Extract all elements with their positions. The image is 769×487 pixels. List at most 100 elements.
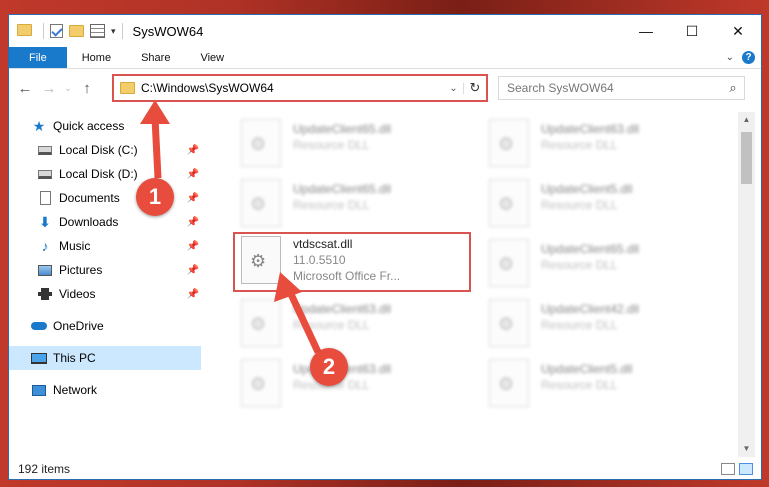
file-version: 11.0.5510 [293, 253, 346, 267]
file-description: Resource DLL [293, 138, 370, 152]
sidebar-item-quick-access[interactable]: ★ Quick access [9, 114, 201, 138]
sidebar-item-label: OneDrive [53, 319, 104, 333]
scroll-up-icon[interactable]: ▲ [738, 112, 755, 128]
download-icon: ⬇ [39, 213, 51, 230]
file-description: Resource DLL [293, 318, 370, 332]
sidebar-item-label: Network [53, 383, 98, 397]
file-name: UpdateClient5.dll [541, 182, 633, 196]
pictures-icon [37, 262, 53, 278]
expand-ribbon-icon[interactable]: ⌄ [726, 52, 734, 63]
sidebar-item-label: Local Disk (D:) [59, 167, 138, 181]
folder-icon [17, 24, 33, 38]
scroll-thumb[interactable] [741, 132, 752, 184]
file-item[interactable]: UpdateClient63.dll Resource DLL [221, 297, 457, 355]
network-icon [31, 382, 47, 398]
file-description: Resource DLL [541, 138, 618, 152]
details-view-icon[interactable] [721, 463, 735, 475]
file-item[interactable]: UpdateClient65.dll Resource DLL [469, 237, 705, 295]
file-description: Resource DLL [541, 198, 618, 212]
tab-home[interactable]: Home [67, 47, 126, 68]
refresh-button[interactable]: ↻ [464, 80, 486, 96]
file-description: Microsoft Office Fr... [293, 269, 401, 283]
up-button[interactable]: ↑ [75, 80, 99, 97]
file-item[interactable]: UpdateClient5.dll Resource DLL [469, 357, 705, 415]
callout-badge-1: 1 [136, 178, 174, 216]
sidebar-item-network[interactable]: Network [9, 378, 201, 402]
item-count: 192 items [18, 462, 71, 476]
star-icon: ★ [32, 117, 46, 134]
dll-file-icon [241, 359, 281, 407]
forward-button[interactable]: → [37, 80, 61, 97]
dll-file-icon [241, 299, 281, 347]
file-description: Resource DLL [541, 258, 618, 272]
search-input[interactable]: Search SysWOW64 [507, 81, 722, 95]
dll-file-icon [241, 119, 281, 167]
file-description: Resource DLL [541, 378, 618, 392]
sidebar-item-label: Pictures [59, 263, 103, 277]
disk-icon [37, 166, 53, 182]
sidebar-item-label: Quick access [53, 119, 125, 133]
pin-icon[interactable]: 📌 [187, 265, 199, 276]
sidebar-item-label: Local Disk (C:) [59, 143, 138, 157]
address-dropdown-button[interactable]: ⌄ [444, 82, 464, 94]
pin-icon[interactable]: 📌 [187, 217, 199, 228]
scroll-down-icon[interactable]: ▼ [738, 441, 755, 457]
file-description: Resource DLL [293, 198, 370, 212]
pin-icon[interactable]: 📌 [187, 169, 199, 180]
navigation-bar: ← → ⌄ ↑ C:\Windows\SysWOW64 ⌄ ↻ Search S… [9, 69, 761, 107]
pin-icon[interactable]: 📌 [187, 241, 199, 252]
large-icons-view-icon[interactable] [739, 463, 753, 475]
search-icon[interactable]: ⌕ [722, 80, 744, 96]
customize-icon[interactable] [90, 24, 105, 38]
sidebar-item-label: Documents [59, 191, 120, 205]
file-item[interactable]: UpdateClient65.dll Resource DLL [221, 177, 457, 235]
pin-icon[interactable]: 📌 [187, 145, 199, 156]
chevron-down-icon[interactable]: ▾ [111, 26, 116, 37]
sidebar-item-this-pc[interactable]: This PC [9, 346, 201, 370]
file-name: UpdateClient42.dll [541, 302, 640, 316]
tab-file[interactable]: File [9, 47, 67, 68]
help-icon[interactable]: ? [742, 51, 755, 64]
dll-file-icon [489, 239, 529, 287]
sidebar-item-local-disk-c[interactable]: Local Disk (C:) 📌 [9, 138, 201, 162]
close-button[interactable]: ✕ [715, 15, 761, 47]
tab-view[interactable]: View [185, 47, 239, 68]
search-box[interactable]: Search SysWOW64 ⌕ [498, 76, 745, 100]
address-path[interactable]: C:\Windows\SysWOW64 [141, 81, 444, 95]
sidebar-item-downloads[interactable]: ⬇ Downloads 📌 [9, 210, 201, 234]
title-bar: ▾ SysWOW64 — ☐ ✕ [9, 15, 761, 47]
documents-icon [37, 190, 53, 206]
sidebar-item-onedrive[interactable]: OneDrive [9, 314, 201, 338]
recent-locations-button[interactable]: ⌄ [61, 83, 75, 94]
sidebar-item-label: Videos [59, 287, 96, 301]
disk-icon [37, 142, 53, 158]
onedrive-icon [31, 318, 47, 334]
back-button[interactable]: ← [13, 80, 37, 97]
new-folder-icon[interactable] [69, 25, 84, 37]
sidebar-item-label: Music [59, 239, 91, 253]
file-item[interactable]: UpdateClient42.dll Resource DLL [469, 297, 705, 355]
file-item-vtdscsat[interactable]: vtdscsat.dll 11.0.5510 Microsoft Office … [233, 232, 471, 292]
sidebar-item-music[interactable]: ♪ Music 📌 [9, 234, 201, 258]
file-item[interactable]: UpdateClient5.dll Resource DLL [469, 177, 705, 235]
maximize-button[interactable]: ☐ [669, 15, 715, 47]
file-name: UpdateClient5.dll [541, 362, 633, 376]
file-name: UpdateClient63.dll [541, 122, 640, 136]
sidebar-item-videos[interactable]: Videos 📌 [9, 282, 201, 306]
tab-share[interactable]: Share [126, 47, 185, 68]
sidebar-item-pictures[interactable]: Pictures 📌 [9, 258, 201, 282]
pin-icon[interactable]: 📌 [187, 193, 199, 204]
navigation-pane: ★ Quick access Local Disk (C:) 📌 Local D… [9, 112, 201, 457]
file-list: UpdateClient65.dll Resource DLL UpdateCli… [201, 112, 739, 457]
file-item[interactable]: UpdateClient65.dll Resource DLL [221, 117, 457, 175]
address-bar[interactable]: C:\Windows\SysWOW64 ⌄ ↻ [112, 74, 488, 102]
dll-file-icon [241, 236, 281, 284]
dll-file-icon [489, 119, 529, 167]
properties-check-icon[interactable] [50, 24, 63, 38]
vertical-scrollbar[interactable]: ▲ ▼ [738, 112, 755, 457]
file-item[interactable]: UpdateClient63.dll Resource DLL [469, 117, 705, 175]
callout-badge-2: 2 [310, 348, 348, 386]
pin-icon[interactable]: 📌 [187, 289, 199, 300]
sidebar-item-local-disk-d[interactable]: Local Disk (D:) 📌 [9, 162, 201, 186]
minimize-button[interactable]: — [623, 15, 669, 47]
